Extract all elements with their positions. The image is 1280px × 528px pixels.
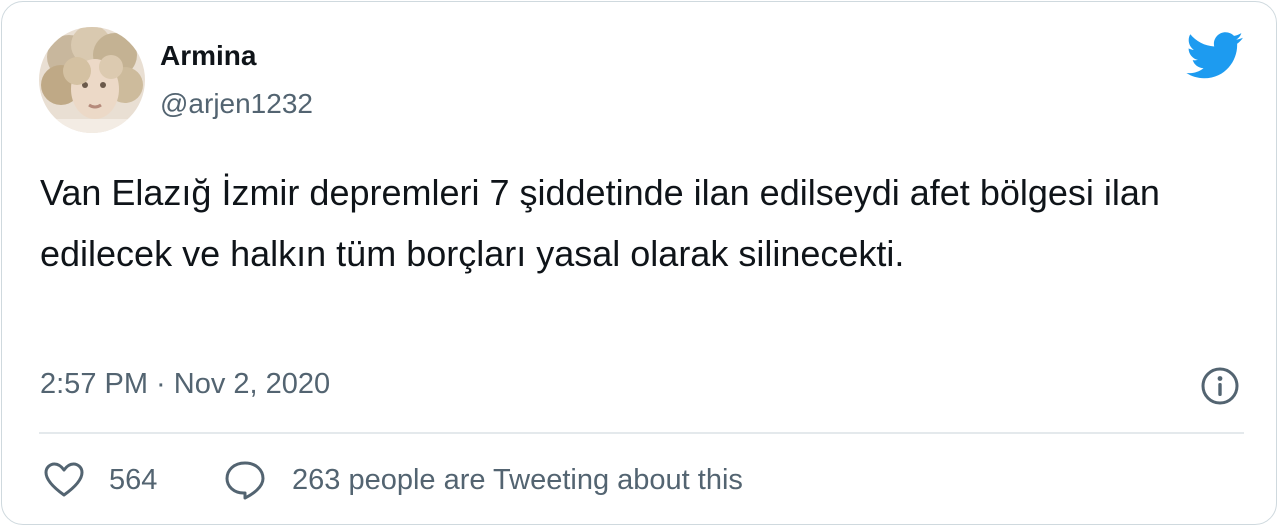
conversation-link[interactable]: 263 people are Tweeting about this: [292, 460, 743, 500]
avatar[interactable]: [39, 27, 145, 133]
tweet-timestamp[interactable]: 2:57 PM · Nov 2, 2020: [40, 364, 330, 404]
tweet-text: Van Elazığ İzmir depremleri 7 şiddetinde…: [40, 172, 1160, 274]
info-icon[interactable]: [1200, 366, 1240, 406]
author-name[interactable]: Armina: [160, 38, 256, 74]
heart-icon[interactable]: [44, 462, 84, 498]
divider: [39, 432, 1244, 434]
avatar-image: [39, 27, 145, 133]
twitter-bird-icon[interactable]: [1186, 32, 1244, 80]
speech-bubble-icon[interactable]: [224, 460, 266, 500]
like-count[interactable]: 564: [109, 460, 157, 500]
tweet-card: Armina @arjen1232 Van Elazığ İzmir depre…: [1, 1, 1277, 525]
author-handle[interactable]: @arjen1232: [160, 86, 313, 122]
